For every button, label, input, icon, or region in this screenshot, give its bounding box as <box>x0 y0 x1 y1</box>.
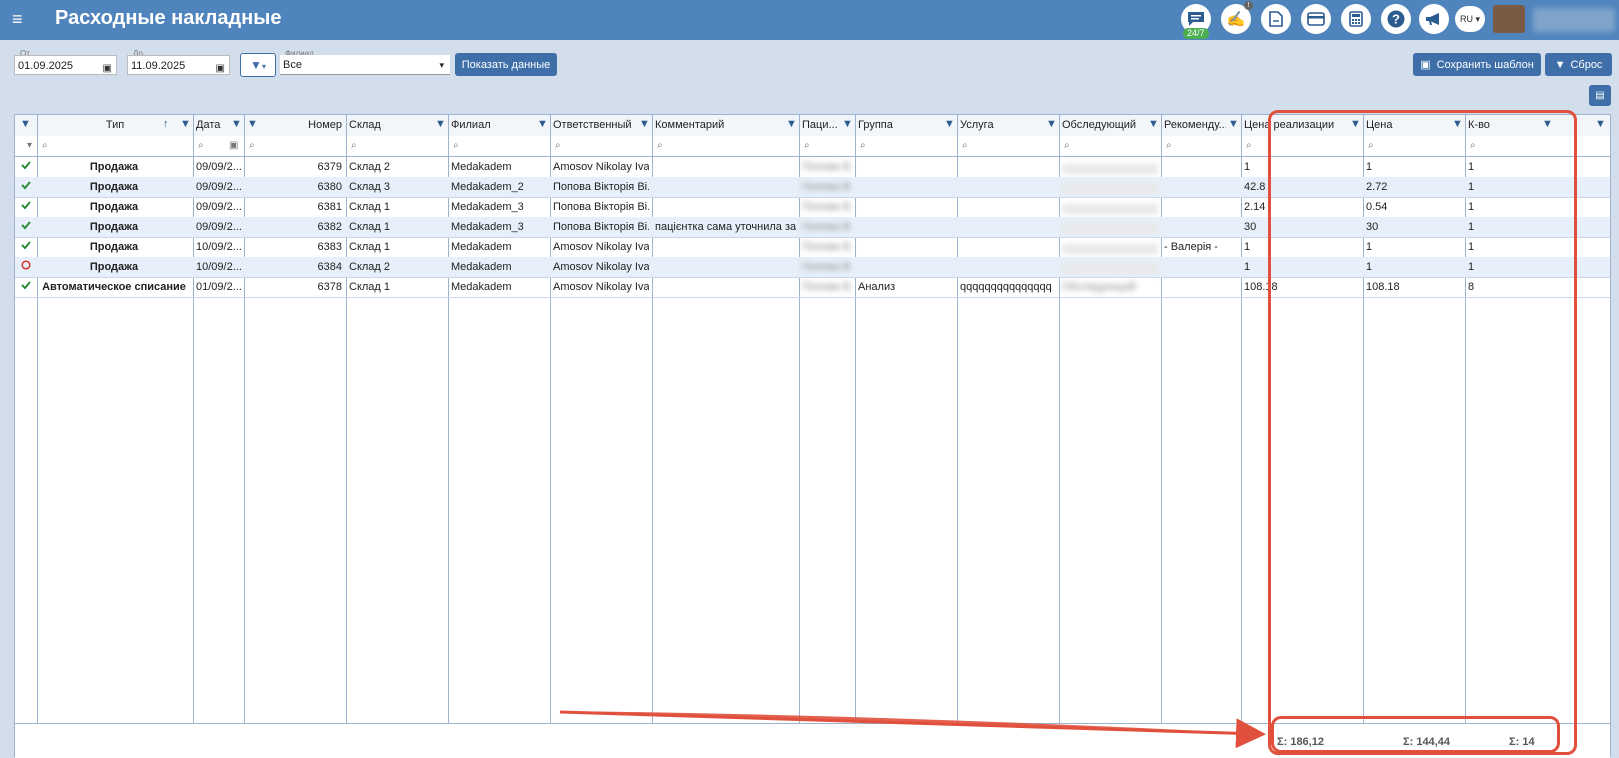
annotation-arrow <box>559 710 1266 749</box>
